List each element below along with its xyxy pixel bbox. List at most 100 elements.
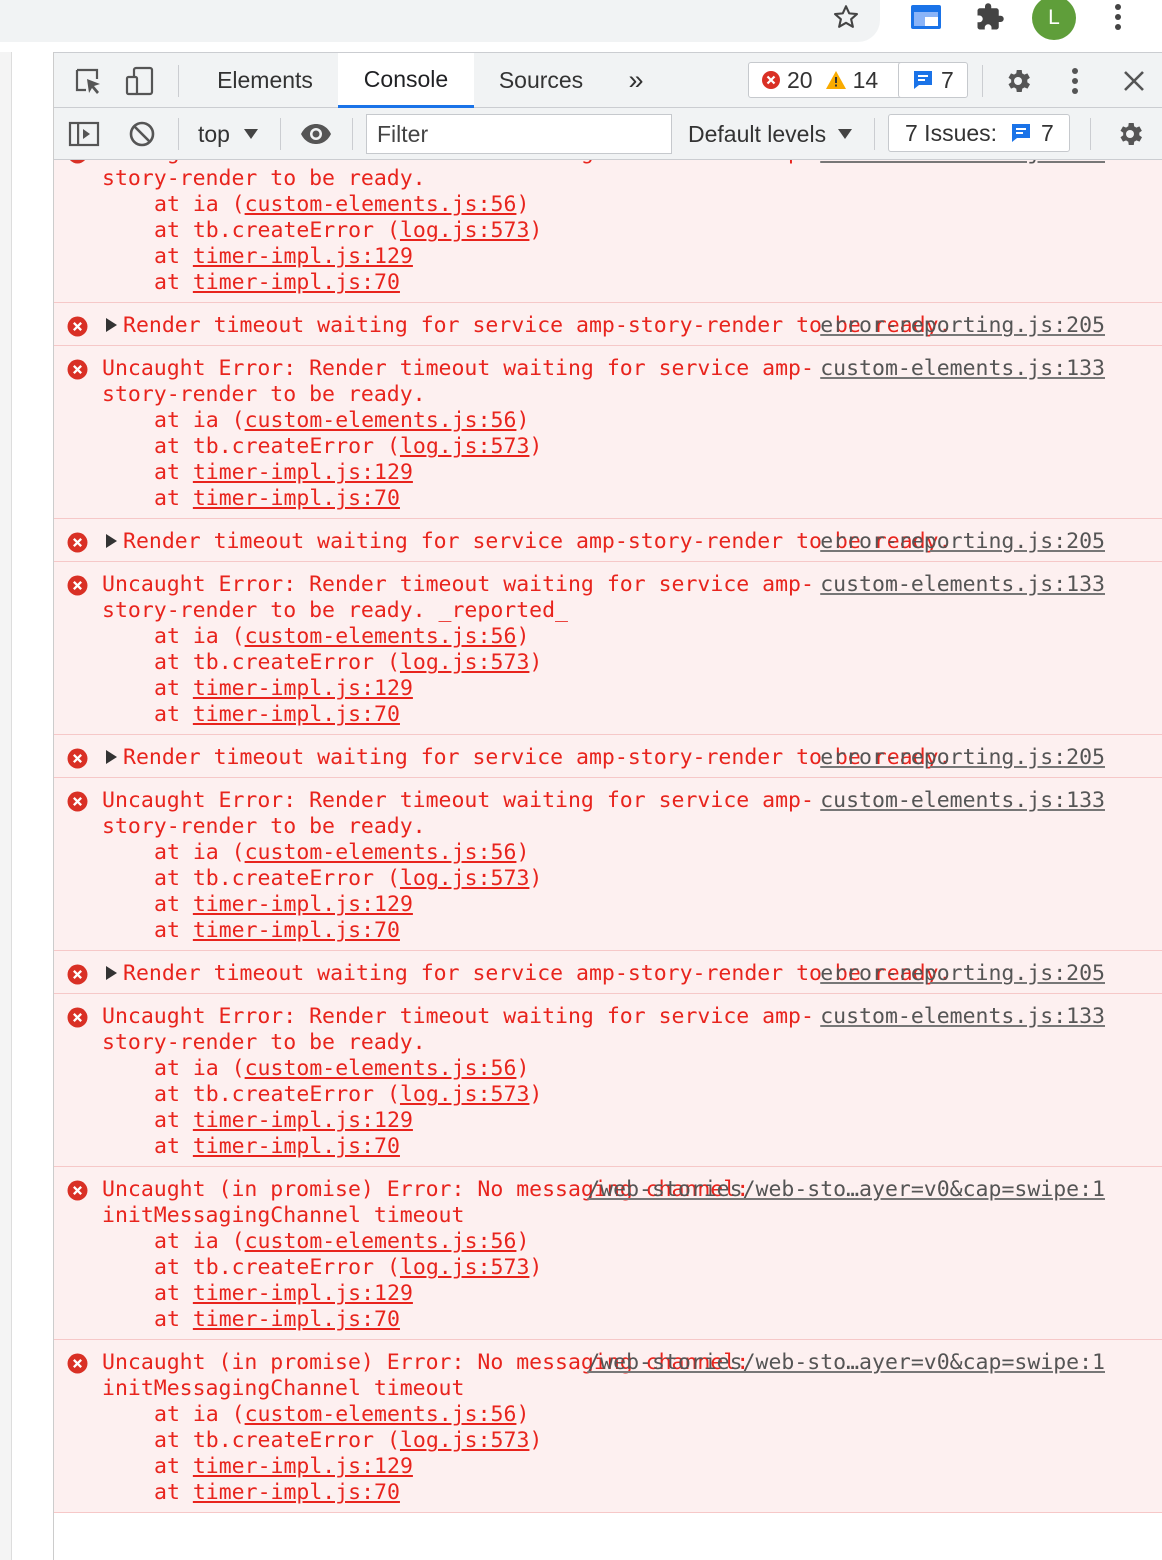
clear-console-icon[interactable] [124,116,160,152]
stack-frame: at timer-impl.js:70 [154,702,1162,728]
source-link[interactable]: custom-elements.js:133 [820,1004,1105,1030]
stack-frame-link[interactable]: log.js:573 [400,434,529,459]
stack-frame-link[interactable]: timer-impl.js:70 [193,1307,400,1332]
stack-frame: at ia (custom-elements.js:56) [154,408,1162,434]
stack-frame-link[interactable]: timer-impl.js:129 [193,1281,413,1306]
extensions-icon[interactable] [970,0,1010,34]
more-tabs-button[interactable]: » [614,53,658,108]
console-message[interactable]: Render timeout waiting for service amp-s… [54,950,1162,994]
source-link[interactable]: error-reporting.js:205 [820,313,1105,339]
stack-frame-link[interactable]: log.js:573 [400,218,529,243]
console-message[interactable]: Render timeout waiting for service amp-s… [54,518,1162,562]
stack-frame-link[interactable]: custom-elements.js:56 [245,192,517,217]
source-link[interactable]: custom-elements.js:133 [820,572,1105,598]
stack-frame-prefix: at tb.createError ( [154,434,400,459]
stack-frame-link[interactable]: custom-elements.js:56 [245,1402,517,1427]
star-icon[interactable] [826,0,866,34]
stack-frame-suffix: ) [529,1255,543,1280]
console-message[interactable]: Uncaught Error: Render timeout waiting f… [54,345,1162,519]
stack-frame-link[interactable]: log.js:573 [400,1255,529,1280]
stack-frame-link[interactable]: timer-impl.js:70 [193,270,400,295]
stack-frame-link[interactable]: timer-impl.js:70 [193,1480,400,1505]
separator [874,118,875,150]
console-message[interactable]: Render timeout waiting for service amp-s… [54,302,1162,346]
source-link[interactable]: error-reporting.js:205 [820,961,1105,987]
console-message[interactable]: Uncaught Error: Render timeout waiting f… [54,561,1162,735]
console-message[interactable]: Render timeout waiting for service amp-s… [54,734,1162,778]
stack-frame-link[interactable]: timer-impl.js:129 [193,676,413,701]
stack-frame-link[interactable]: timer-impl.js:70 [193,918,400,943]
filter-input[interactable] [366,114,672,154]
stack-frame: at timer-impl.js:129 [154,244,1162,270]
stack-frame-link[interactable]: timer-impl.js:129 [193,244,413,269]
page-viewport [0,52,54,1560]
source-link[interactable]: /web-stories/web-sto…ayer=v0&cap=swipe:1 [587,1177,1105,1203]
stack-frame-link[interactable]: log.js:573 [400,866,529,891]
device-toolbar-icon[interactable] [122,63,158,99]
source-link[interactable]: custom-elements.js:133 [820,788,1105,814]
omnibox[interactable] [0,0,880,42]
console-message[interactable]: Uncaught Error: Render timeout waiting f… [54,160,1162,303]
stack-frame-prefix: at tb.createError ( [154,866,400,891]
tab-sources[interactable]: Sources [478,53,604,108]
console-message[interactable]: Uncaught Error: Render timeout waiting f… [54,993,1162,1167]
page-scrollbar[interactable] [0,52,12,1560]
stack-frame-link[interactable]: timer-impl.js:129 [193,892,413,917]
stack-frame-link[interactable]: custom-elements.js:56 [245,408,517,433]
reader-mode-icon[interactable] [906,0,946,34]
console-messages[interactable]: Uncaught Error: Render timeout waiting f… [54,160,1162,1560]
stack-frame-link[interactable]: timer-impl.js:70 [193,702,400,727]
more-icon[interactable] [1058,63,1092,99]
stack-frame: at timer-impl.js:70 [154,1480,1162,1506]
issues-button[interactable]: 7 Issues: 7 [888,114,1070,152]
stack-frame-link[interactable]: log.js:573 [400,1428,529,1453]
inspect-icon[interactable] [70,63,106,99]
close-icon[interactable] [1116,63,1152,99]
stack-frame-link[interactable]: timer-impl.js:70 [193,486,400,511]
error-icon [67,1007,88,1028]
eye-icon[interactable] [296,116,336,152]
stack-frame-link[interactable]: timer-impl.js:70 [193,1134,400,1159]
console-message[interactable]: Uncaught Error: Render timeout waiting f… [54,777,1162,951]
stack-frame-link[interactable]: log.js:573 [400,1082,529,1107]
source-link[interactable]: custom-elements.js:133 [820,160,1105,166]
stack-frame: at ia (custom-elements.js:56) [154,1056,1162,1082]
stack-frame-link[interactable]: timer-impl.js:129 [193,1454,413,1479]
console-message[interactable]: Uncaught (in promise) Error: No messagin… [54,1166,1162,1340]
sidebar-toggle-icon[interactable] [66,116,102,152]
log-levels-dropdown[interactable]: Default levels [688,108,853,160]
stack-frame-prefix: at [154,918,193,943]
messages-counter[interactable]: 7 [898,62,968,98]
console-settings-icon[interactable] [1110,116,1150,152]
source-link[interactable]: custom-elements.js:133 [820,356,1105,382]
stack-frame-link[interactable]: timer-impl.js:129 [193,460,413,485]
console-message[interactable]: Uncaught (in promise) Error: No messagin… [54,1339,1162,1513]
expand-triangle-icon[interactable] [106,750,117,764]
context-selector[interactable]: top [198,108,258,160]
source-link[interactable]: error-reporting.js:205 [820,529,1105,555]
stack-frame: at timer-impl.js:129 [154,460,1162,486]
stack-frame: at timer-impl.js:129 [154,892,1162,918]
expand-triangle-icon[interactable] [106,318,117,332]
console-toolbar: top Default levels 7 Issues: 7 [54,108,1162,160]
stack-frame-prefix: at [154,1134,193,1159]
stack-frame-link[interactable]: timer-impl.js:129 [193,1108,413,1133]
stack-frame-link[interactable]: custom-elements.js:56 [245,1056,517,1081]
tab-elements[interactable]: Elements [198,53,332,108]
stack-frame: at ia (custom-elements.js:56) [154,624,1162,650]
error-icon [67,964,88,985]
avatar[interactable]: L [1032,0,1076,40]
tab-console[interactable]: Console [338,53,474,108]
stack-frame-link[interactable]: log.js:573 [400,650,529,675]
stack-frame-link[interactable]: custom-elements.js:56 [245,840,517,865]
settings-icon[interactable] [998,63,1038,99]
chrome-menu-icon[interactable] [1100,0,1136,34]
source-link[interactable]: /web-stories/web-sto…ayer=v0&cap=swipe:1 [587,1350,1105,1376]
expand-triangle-icon[interactable] [106,534,117,548]
stack-frame-link[interactable]: custom-elements.js:56 [245,624,517,649]
stack-frame: at tb.createError (log.js:573) [154,1255,1162,1281]
stack-frame: at timer-impl.js:129 [154,1108,1162,1134]
expand-triangle-icon[interactable] [106,966,117,980]
source-link[interactable]: error-reporting.js:205 [820,745,1105,771]
stack-frame-link[interactable]: custom-elements.js:56 [245,1229,517,1254]
